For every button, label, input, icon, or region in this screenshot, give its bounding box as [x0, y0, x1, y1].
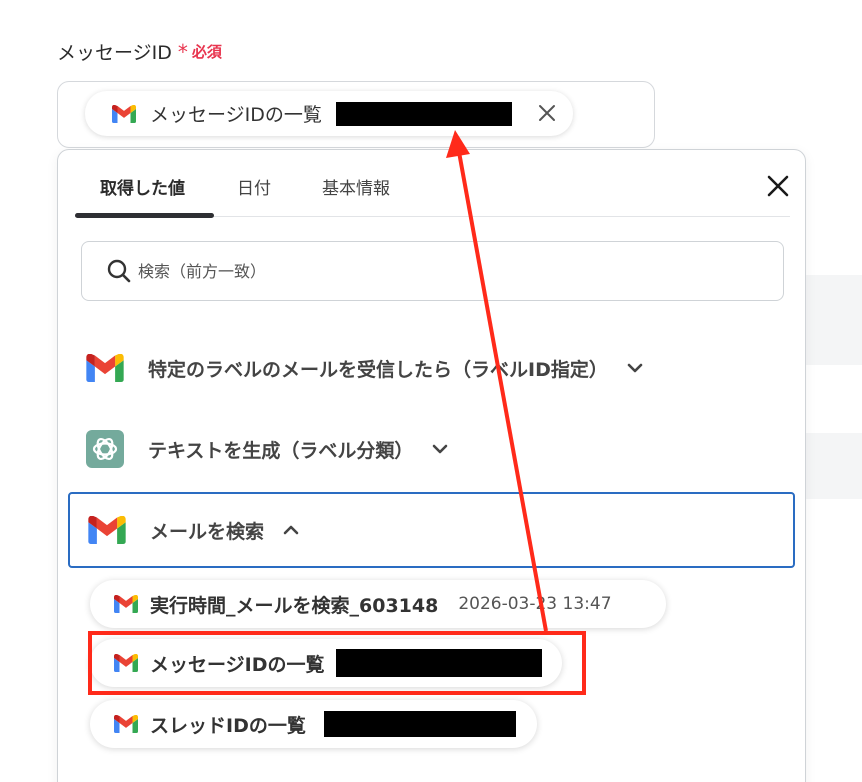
value-item-execution-time[interactable]: 実行時間_メールを検索_603148 2026-03-23 13:47: [90, 580, 666, 628]
chevron-up-icon: [283, 525, 299, 535]
background-panel: [806, 433, 862, 499]
tab-basic-info[interactable]: 基本情報: [322, 174, 390, 199]
field-label-text: メッセージID: [57, 42, 172, 64]
section-search-mail[interactable]: メールを検索: [68, 492, 795, 568]
search-input[interactable]: [138, 261, 738, 281]
tab-retrieved-values[interactable]: 取得した値: [100, 174, 185, 199]
field-label: メッセージID * 必須: [57, 38, 222, 65]
section-text-generation[interactable]: テキストを生成（ラベル分類）: [68, 411, 795, 487]
section-label-trigger[interactable]: 特定のラベルのメールを受信したら（ラベルID指定）: [68, 330, 795, 406]
item-value: 2026-03-23 13:47: [458, 594, 612, 614]
gmail-icon: [88, 516, 126, 544]
value-item-thread-id-list[interactable]: スレッドIDの一覧: [90, 700, 537, 748]
redacted-block: [335, 101, 512, 126]
chip-label: メッセージIDの一覧: [150, 104, 322, 126]
required-asterisk: *: [177, 39, 188, 64]
gmail-icon: [86, 354, 124, 382]
gmail-icon: [112, 105, 136, 123]
tab-label: 日付: [237, 179, 271, 199]
section-label: メールを検索: [150, 520, 265, 543]
search-icon: [107, 259, 131, 283]
annotation-highlight-box: [88, 631, 586, 695]
tab-label: 基本情報: [322, 179, 390, 199]
selected-value-chip[interactable]: メッセージIDの一覧: [85, 91, 573, 136]
remove-chip-icon[interactable]: [535, 101, 559, 125]
chevron-down-icon: [627, 363, 643, 373]
close-icon[interactable]: [764, 172, 792, 200]
item-label: スレッドIDの一覧: [150, 714, 306, 737]
search-box: [81, 241, 784, 301]
chevron-down-icon: [433, 444, 448, 454]
active-tab-indicator: [75, 213, 214, 218]
tab-date[interactable]: 日付: [237, 174, 271, 199]
section-label: 特定のラベルのメールを受信したら（ラベルID指定）: [148, 358, 608, 381]
section-label: テキストを生成（ラベル分類）: [148, 439, 414, 462]
gmail-icon: [114, 595, 138, 613]
gmail-icon: [114, 715, 138, 733]
tab-label: 取得した値: [100, 179, 185, 199]
required-badge: 必須: [191, 43, 222, 61]
tab-bar: 取得した値 日付 基本情報: [75, 150, 792, 218]
redacted-block: [323, 711, 516, 737]
item-label: 実行時間_メールを検索_603148: [150, 594, 439, 617]
chatgpt-icon: [86, 430, 124, 468]
background-panel: [806, 275, 862, 365]
